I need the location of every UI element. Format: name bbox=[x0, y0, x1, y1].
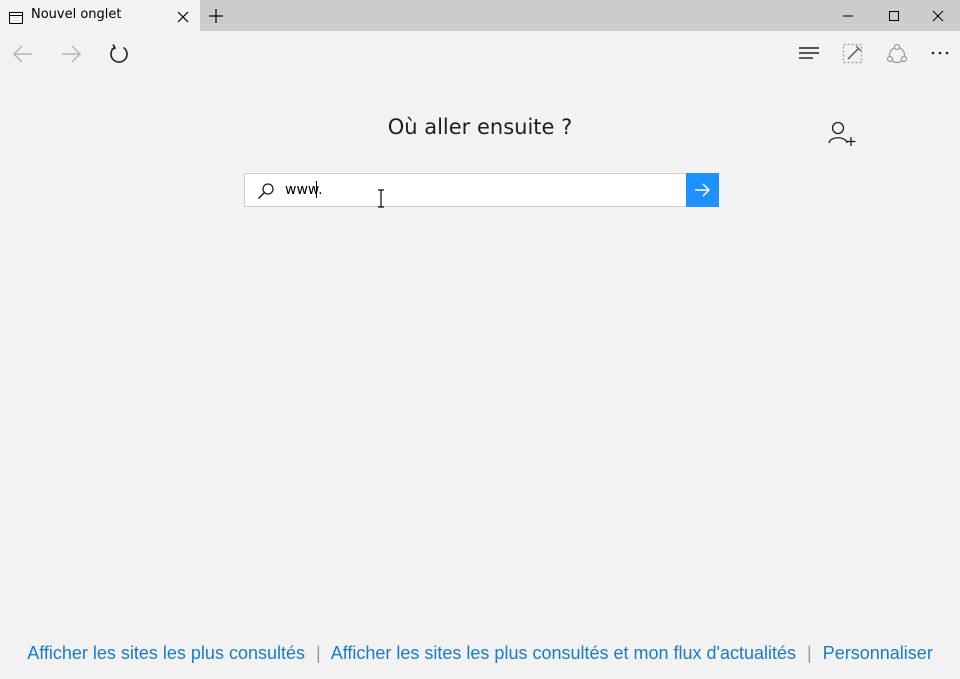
refresh-button[interactable] bbox=[96, 31, 140, 76]
add-user-button[interactable] bbox=[826, 118, 858, 150]
maximize-button[interactable] bbox=[870, 0, 916, 31]
share-icon bbox=[886, 43, 908, 64]
footer-separator: | bbox=[807, 643, 812, 663]
address-search-input[interactable] bbox=[285, 178, 665, 202]
search-box bbox=[244, 173, 688, 207]
back-button[interactable] bbox=[0, 31, 44, 76]
page-heading: Où aller ensuite ? bbox=[387, 115, 573, 139]
title-bar: Nouvel onglet bbox=[0, 0, 960, 31]
web-note-icon bbox=[842, 43, 863, 64]
new-tab-button[interactable] bbox=[208, 8, 224, 24]
web-note-button[interactable] bbox=[830, 31, 874, 76]
tab-nouvel-onglet[interactable]: Nouvel onglet bbox=[0, 0, 200, 31]
minimize-button[interactable] bbox=[824, 0, 870, 31]
maximize-icon bbox=[889, 11, 899, 21]
back-arrow-icon bbox=[13, 45, 32, 63]
show-top-sites-and-news-link[interactable]: Afficher les sites les plus consultés et… bbox=[331, 643, 796, 663]
footer-separator: | bbox=[316, 643, 321, 663]
forward-arrow-icon bbox=[62, 45, 81, 63]
add-user-icon bbox=[828, 121, 856, 146]
plus-icon bbox=[209, 9, 223, 23]
ibeam-cursor-icon bbox=[376, 189, 386, 213]
refresh-icon bbox=[110, 44, 128, 63]
close-tab-icon[interactable] bbox=[176, 9, 190, 23]
customize-link[interactable]: Personnaliser bbox=[823, 643, 933, 663]
minimize-icon bbox=[843, 15, 853, 17]
hub-button[interactable] bbox=[786, 31, 830, 76]
page-icon bbox=[9, 9, 23, 28]
navigation-toolbar bbox=[0, 31, 960, 76]
text-caret bbox=[316, 181, 317, 198]
search-icon bbox=[257, 182, 275, 204]
hub-icon bbox=[799, 47, 819, 59]
arrow-right-icon bbox=[695, 183, 711, 197]
share-button[interactable] bbox=[874, 31, 918, 76]
footer-links: Afficher les sites les plus consultés | … bbox=[0, 643, 960, 664]
show-top-sites-link[interactable]: Afficher les sites les plus consultés bbox=[27, 643, 305, 663]
close-window-button[interactable] bbox=[914, 0, 960, 31]
close-icon bbox=[932, 10, 944, 22]
more-icon bbox=[931, 51, 949, 55]
tab-title: Nouvel onglet bbox=[31, 7, 122, 22]
go-button[interactable] bbox=[686, 173, 719, 207]
forward-button[interactable] bbox=[48, 31, 92, 76]
more-button[interactable] bbox=[918, 31, 960, 76]
